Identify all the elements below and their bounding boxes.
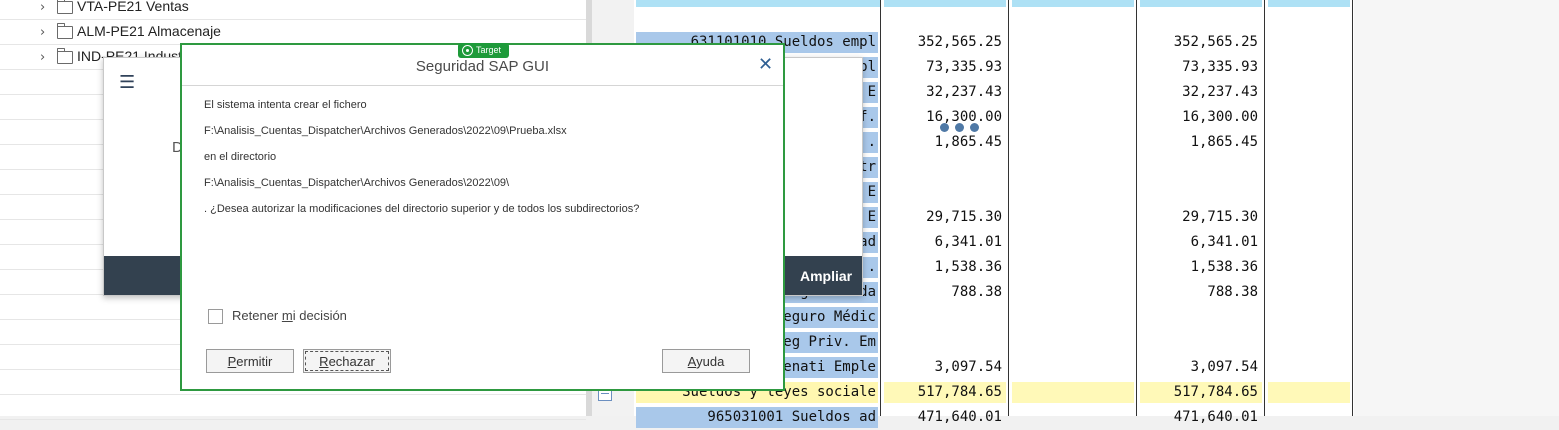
loading-dot: [955, 123, 964, 132]
tree-row-empty: [0, 396, 586, 420]
chevron-right-icon[interactable]: ›: [40, 25, 45, 40]
dialog-title: Seguridad SAP GUI: [415, 58, 550, 75]
tree-item-alm[interactable]: › ALM-PE21 Almacenaje: [0, 21, 586, 45]
amount-cell[interactable]: [1140, 332, 1262, 353]
chevron-right-icon[interactable]: ›: [40, 50, 45, 65]
tree-item-label: ALM-PE21 Almacenaje: [77, 23, 221, 39]
account-cell[interactable]: 965031001 Sueldos ad: [636, 407, 878, 428]
column-header[interactable]: [884, 0, 1006, 7]
amount-cell[interactable]: 3,097.54: [884, 357, 1006, 378]
column-divider: [1352, 0, 1353, 416]
amount-cell[interactable]: 73,335.93: [884, 57, 1006, 78]
loading-dot: [940, 123, 949, 132]
column-header[interactable]: [1268, 0, 1350, 7]
rechazar-button[interactable]: Rechazar: [303, 349, 391, 373]
target-icon: [462, 45, 473, 56]
amount-cell[interactable]: [1140, 182, 1262, 203]
amount-cell[interactable]: 16,300.00: [1140, 107, 1262, 128]
amount-cell[interactable]: [1140, 307, 1262, 328]
amount-cell[interactable]: 1,538.36: [1140, 257, 1262, 278]
ayuda-button[interactable]: Ayuda: [662, 349, 750, 373]
amount-cell[interactable]: 32,237.43: [884, 82, 1006, 103]
file-path: F:\Analisis_Cuentas_Dispatcher\Archivos …: [204, 125, 567, 137]
question-text: . ¿Desea autorizar la modificaciones del…: [204, 203, 640, 215]
column-divider: [1136, 0, 1137, 416]
amount-cell[interactable]: 471,640.01: [884, 407, 1006, 428]
hamburger-menu-icon[interactable]: ☰: [119, 72, 135, 93]
amount-cell[interactable]: 32,237.43: [1140, 82, 1262, 103]
column-header[interactable]: [636, 0, 880, 7]
directory-path: F:\Analisis_Cuentas_Dispatcher\Archivos …: [204, 177, 510, 189]
permitir-button[interactable]: Permitir: [206, 349, 294, 373]
amount-cell[interactable]: 1,538.36: [884, 257, 1006, 278]
amount-cell[interactable]: 517,784.65: [1140, 382, 1262, 403]
security-dialog: Seguridad SAP GUI ✕ El sistema intenta c…: [180, 43, 785, 391]
amount-cell[interactable]: 29,715.30: [884, 207, 1006, 228]
chevron-right-icon[interactable]: ›: [40, 0, 45, 15]
amount-cell[interactable]: [884, 157, 1006, 178]
column-header[interactable]: [1012, 0, 1134, 7]
amount-cell[interactable]: 788.38: [1140, 282, 1262, 303]
empty-area: [1354, 0, 1559, 416]
amount-cell[interactable]: 471,640.01: [1140, 407, 1262, 428]
tree-item-label: VTA-PE21 Ventas: [77, 0, 189, 14]
amount-cell[interactable]: [884, 307, 1006, 328]
amount-cell[interactable]: [884, 332, 1006, 353]
amount-cell[interactable]: 1,865.45: [1140, 132, 1262, 153]
amount-cell[interactable]: 517,784.65: [884, 382, 1006, 403]
retain-decision-checkbox[interactable]: [208, 309, 223, 324]
highlight-cell: [1012, 382, 1134, 403]
column-divider: [1008, 0, 1009, 416]
amount-cell[interactable]: [884, 182, 1006, 203]
amount-cell[interactable]: 29,715.30: [1140, 207, 1262, 228]
amount-cell[interactable]: [1140, 157, 1262, 178]
amount-cell[interactable]: 73,335.93: [1140, 57, 1262, 78]
folder-icon: [57, 48, 73, 64]
highlight-cell: [1268, 382, 1350, 403]
column-divider: [1264, 0, 1265, 416]
target-badge: Target: [458, 43, 509, 58]
folder-icon: [57, 23, 73, 39]
column-divider: [880, 0, 881, 416]
message-line: en el directorio: [204, 151, 277, 163]
tree-item-vta[interactable]: › VTA-PE21 Ventas: [0, 0, 586, 20]
message-line: El sistema intenta crear el fichero: [204, 99, 367, 111]
amount-cell[interactable]: 1,865.45: [884, 132, 1006, 153]
loading-dot: [970, 123, 979, 132]
folder-icon: [57, 0, 73, 14]
amount-cell[interactable]: 6,341.01: [884, 232, 1006, 253]
title-separator: [182, 85, 783, 86]
close-icon[interactable]: ✕: [758, 54, 773, 75]
table-row[interactable]: 965031001 Sueldos ad 471,640.01 471,640.01: [634, 405, 1354, 430]
target-badge-label: Target: [476, 45, 502, 55]
amount-cell[interactable]: 3,097.54: [1140, 357, 1262, 378]
column-header[interactable]: [1140, 0, 1262, 7]
amount-cell[interactable]: 352,565.25: [1140, 32, 1262, 53]
retain-decision-label[interactable]: Retener mi decisión: [232, 308, 347, 323]
amount-cell[interactable]: 788.38: [884, 282, 1006, 303]
ampliar-button[interactable]: Ampliar: [800, 268, 852, 284]
amount-cell[interactable]: 352,565.25: [884, 32, 1006, 53]
amount-cell[interactable]: 6,341.01: [1140, 232, 1262, 253]
